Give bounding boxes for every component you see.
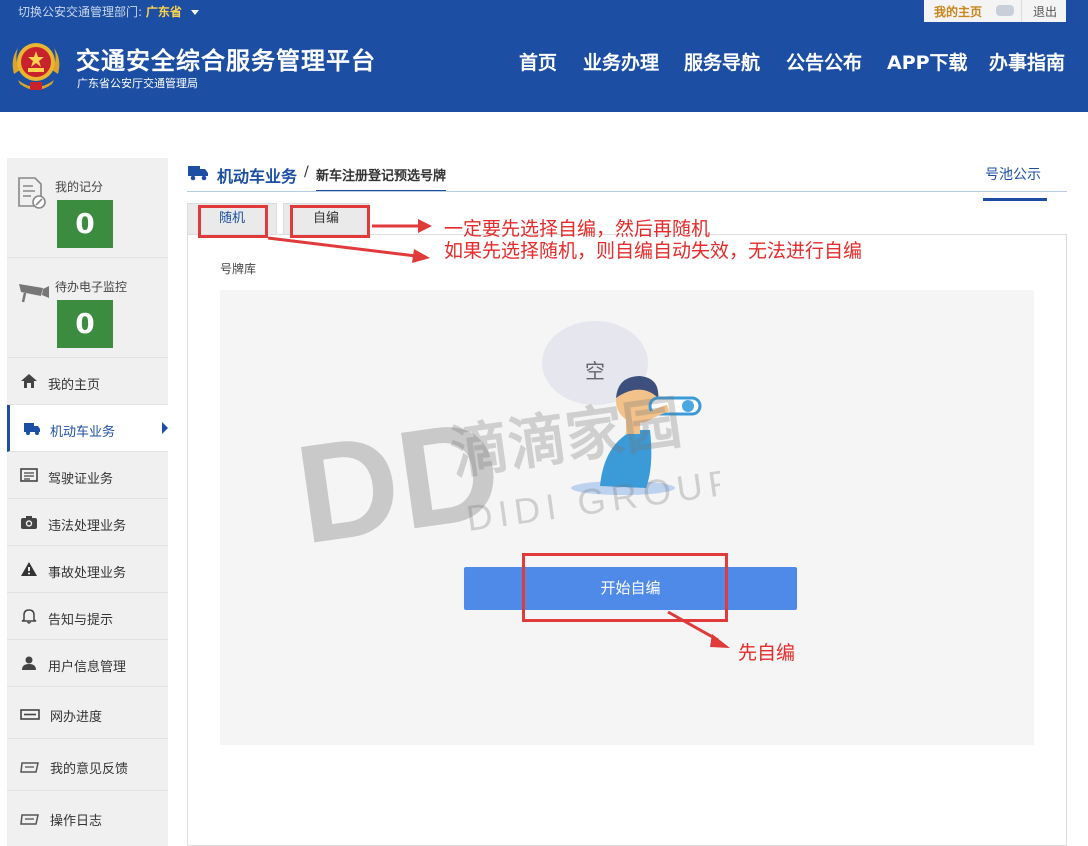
sidebar-item-label: 用户信息管理: [48, 660, 127, 675]
sidebar: 我的记分 0 待办电子监控 0 我的主页 机动车业务 驾驶证业务 违法处理业务 …: [7, 158, 168, 846]
annotation-line-2: 如果先选择随机，则自编自动失效，无法进行自编: [444, 240, 863, 262]
feedback-icon: [20, 762, 39, 773]
sidebar-item-label: 违法处理业务: [48, 519, 127, 534]
caret-down-icon: [190, 10, 199, 15]
pool-public-underline: [983, 198, 1047, 201]
nav-announcements[interactable]: 公告公布: [786, 48, 862, 75]
province-name: 广东省: [145, 5, 182, 19]
plate-pool-label: 号牌库: [220, 262, 257, 276]
sidebar-item-label: 我的主页: [48, 378, 101, 393]
sidebar-item-license[interactable]: 驾驶证业务: [7, 452, 168, 499]
sidebar-item-home[interactable]: 我的主页: [7, 358, 168, 405]
caret-right-icon: [162, 422, 168, 434]
sidebar-item-log[interactable]: 操作日志: [7, 791, 168, 843]
department-switcher[interactable]: 切换公安交通管理部门: 广东省: [18, 3, 199, 20]
empty-state-illustration: [542, 321, 702, 495]
camera-monitor-icon: [19, 284, 49, 303]
breadcrumb-divider: [187, 191, 1067, 192]
camera-icon: [21, 516, 37, 529]
highlight-random-tab: [198, 205, 268, 238]
highlight-self-tab: [290, 205, 370, 238]
annotation-line-3: 先自编: [738, 642, 796, 664]
progress-icon: [20, 709, 40, 720]
breadcrumb-current: 新车注册登记预选号牌: [316, 165, 447, 192]
sidebar-item-label: 网办进度: [50, 710, 103, 725]
nav-home[interactable]: 首页: [519, 48, 557, 75]
sidebar-item-progress[interactable]: 网办进度: [7, 687, 168, 739]
nav-guide[interactable]: 办事指南: [989, 48, 1065, 75]
document-edit-icon: [18, 177, 46, 209]
highlight-start-button: [522, 553, 728, 622]
sidebar-item-label: 机动车业务: [50, 425, 116, 440]
site-header: 交通安全综合服务管理平台 广东省公安厅交通管理局 首页 业务办理 服务导航 公告…: [0, 22, 1088, 112]
user-icon: [22, 656, 36, 670]
sidebar-item-label: 操作日志: [50, 814, 103, 829]
stat-count: 0: [57, 300, 113, 348]
empty-state-text: 空: [585, 359, 605, 383]
pool-public-link[interactable]: 号池公示: [985, 164, 1041, 184]
stat-label: 我的记分: [55, 180, 104, 194]
home-icon: [21, 374, 37, 388]
truck-icon: [24, 423, 40, 435]
stat-count: 0: [57, 200, 113, 248]
sidebar-item-vehicle[interactable]: 机动车业务: [7, 405, 168, 452]
stat-label: 待办电子监控: [55, 280, 128, 294]
warning-icon: [21, 562, 37, 576]
breadcrumb-main[interactable]: 机动车业务: [217, 163, 297, 187]
sidebar-item-label: 告知与提示: [48, 613, 114, 628]
sidebar-item-accident[interactable]: 事故处理业务: [7, 546, 168, 593]
logout-link[interactable]: 退出: [1021, 0, 1066, 22]
sidebar-item-label: 驾驶证业务: [48, 472, 114, 487]
sidebar-item-user-info[interactable]: 用户信息管理: [7, 640, 168, 687]
stat-points[interactable]: 我的记分 0: [7, 158, 168, 258]
log-icon: [20, 814, 39, 825]
sidebar-item-feedback[interactable]: 我的意见反馈: [7, 739, 168, 791]
switch-label: 切换公安交通管理部门:: [18, 5, 143, 19]
nav-business[interactable]: 业务办理: [583, 48, 659, 75]
sidebar-item-label: 我的意见反馈: [50, 762, 129, 777]
sidebar-item-violation[interactable]: 违法处理业务: [7, 499, 168, 546]
truck-icon: [188, 166, 208, 181]
top-bar: 切换公安交通管理部门: 广东省 我的主页 退出: [0, 0, 1088, 22]
id-card-icon: [20, 468, 38, 482]
nav-app-download[interactable]: APP下载: [887, 48, 968, 75]
site-subtitle: 广东省公安厅交通管理局: [77, 77, 198, 90]
breadcrumb-separator: /: [304, 164, 309, 180]
police-emblem-icon: [12, 43, 60, 90]
nav-service-guide[interactable]: 服务导航: [684, 48, 760, 75]
user-avatar: [996, 5, 1014, 16]
sidebar-item-label: 事故处理业务: [48, 566, 127, 581]
stat-pending-monitor[interactable]: 待办电子监控 0: [7, 258, 168, 358]
site-title: 交通安全综合服务管理平台: [76, 47, 376, 75]
sidebar-item-notice[interactable]: 告知与提示: [7, 593, 168, 640]
bell-icon: [21, 609, 37, 624]
